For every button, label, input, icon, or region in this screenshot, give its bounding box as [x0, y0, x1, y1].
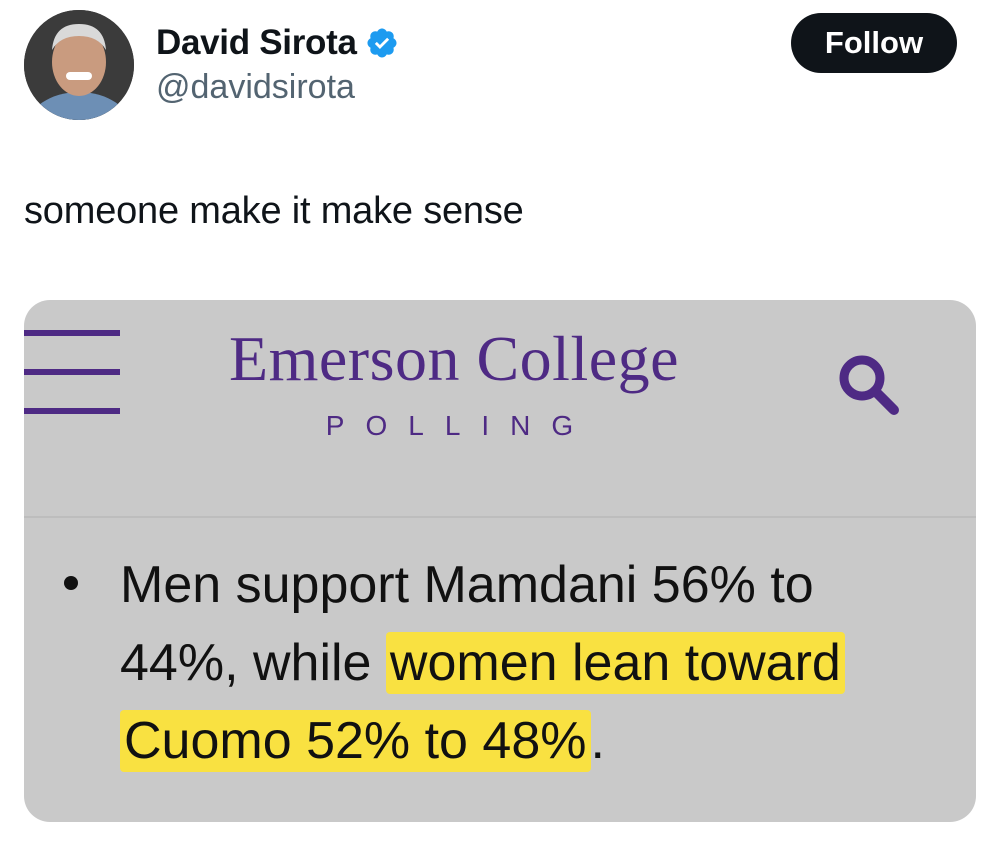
- brand-title: Emerson College: [228, 323, 680, 394]
- divider: [24, 516, 976, 518]
- author-name-row[interactable]: David Sirota: [156, 20, 399, 66]
- bullet-text-end: .: [590, 712, 605, 770]
- brand-subtitle: POLLING: [325, 410, 595, 441]
- poll-bullet-text: Men support Mamdani 56% to 44%, while wo…: [120, 546, 940, 780]
- tweet-text: someone make it make sense: [24, 190, 524, 232]
- search-icon: [839, 355, 899, 415]
- verified-badge-icon: [367, 28, 397, 58]
- follow-button[interactable]: Follow: [791, 13, 957, 73]
- bullet-point: [64, 576, 78, 590]
- display-name[interactable]: David Sirota: [156, 23, 357, 63]
- author-handle[interactable]: @davidsirota: [156, 68, 355, 107]
- avatar[interactable]: [24, 10, 134, 120]
- profile-photo-icon: [24, 10, 134, 120]
- tweet-media-image[interactable]: Emerson College POLLING Men support Mamd…: [24, 300, 976, 822]
